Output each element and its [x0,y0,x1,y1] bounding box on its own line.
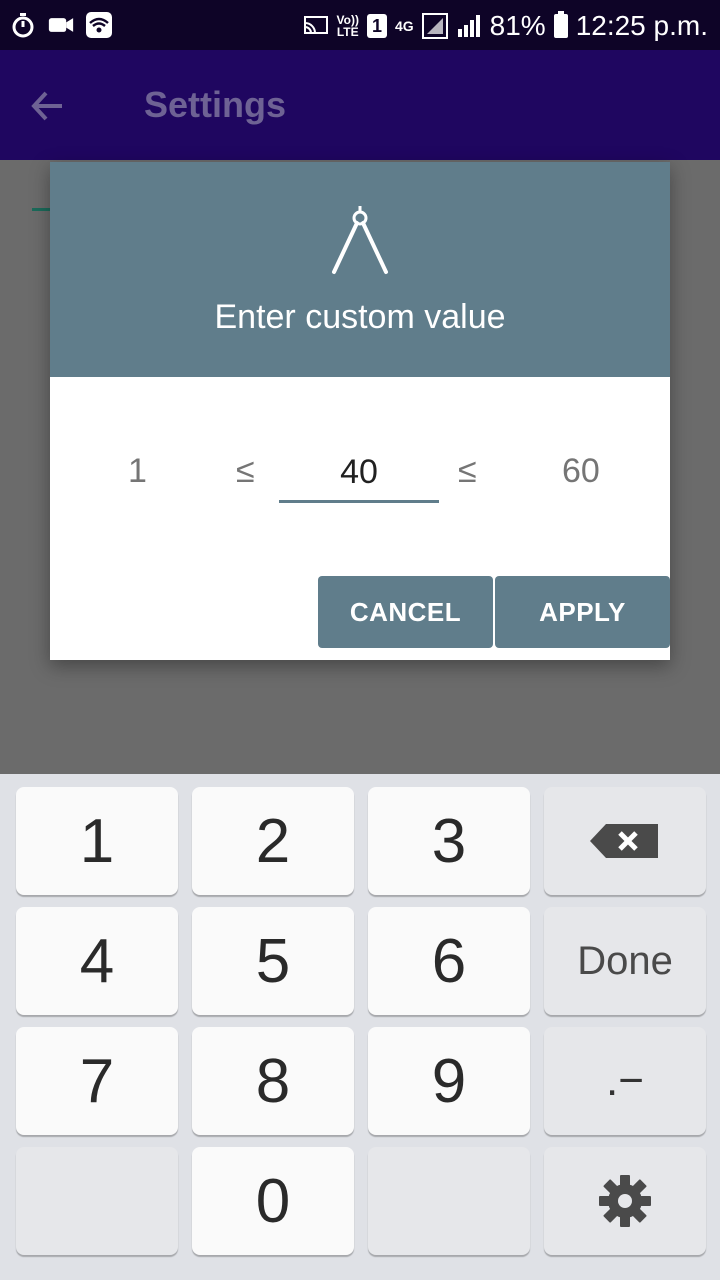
battery-icon [553,11,568,38]
range-max-value: 60 [562,452,600,490]
status-bar: Vo)) LTE 1 4G 81% 12:25 p.m. [0,0,720,50]
volte-indicator: Vo)) LTE [337,14,359,38]
status-icons-right: Vo)) LTE 1 4G 81% 12:25 p.m. [303,6,708,46]
dot-dash-key-label: .− [606,1056,644,1105]
dialog-title: Enter custom value [214,298,506,336]
signal-strength-icon [457,15,480,37]
less-equal-symbol-left: ≤ [236,452,255,490]
blank-key-left [16,1147,178,1255]
dot-dash-key[interactable]: .− [544,1027,706,1135]
page-title: Settings [144,84,287,125]
key-8[interactable]: 8 [192,1027,354,1135]
key-6[interactable]: 6 [368,907,530,1015]
range-row: 1 ≤ ≤ 60 [50,432,670,512]
key-0[interactable]: 0 [192,1147,354,1255]
drafting-compass-icon [332,206,388,274]
key-3[interactable]: 3 [368,787,530,895]
numeric-keyboard: 1 2 3 4 5 6 Done 7 8 9 .− 0 [0,774,720,1280]
key-2[interactable]: 2 [192,787,354,895]
network-type: 4G [394,18,414,34]
custom-value-dialog: Enter custom value 1 ≤ ≤ 60 CANCEL APPLY [50,162,670,660]
backspace-icon [590,824,658,858]
done-key-label: Done [577,938,673,983]
apply-button[interactable]: APPLY [495,576,670,648]
cancel-button[interactable]: CANCEL [318,576,493,648]
underlay-accent-line [32,208,52,211]
key-1[interactable]: 1 [16,787,178,895]
range-min-value: 1 [128,452,147,490]
status-icons-left [10,10,112,40]
clock: 12:25 p.m. [575,10,708,41]
less-equal-symbol-right: ≤ [458,452,477,490]
signal-sim1-icon [421,13,448,39]
sim-slot-badge: 1 [366,14,387,38]
backspace-key[interactable] [544,787,706,895]
volte-bottom-text: LTE [336,25,359,39]
dialog-header: Enter custom value [50,162,670,377]
keyboard-settings-key[interactable] [544,1147,706,1255]
key-5[interactable]: 5 [192,907,354,1015]
cast-icon [303,16,328,34]
blank-key-right [368,1147,530,1255]
gear-icon [599,1175,651,1227]
stopwatch-icon [12,13,34,38]
battery-percent: 81% [489,10,546,41]
custom-value-input[interactable] [279,444,439,503]
app-bar: Settings [0,50,720,160]
back-arrow-icon[interactable] [28,86,68,126]
wifi-icon [86,12,112,38]
key-9[interactable]: 9 [368,1027,530,1135]
done-key[interactable]: Done [544,907,706,1015]
key-4[interactable]: 4 [16,907,178,1015]
video-camera-icon [48,18,74,32]
key-7[interactable]: 7 [16,1027,178,1135]
